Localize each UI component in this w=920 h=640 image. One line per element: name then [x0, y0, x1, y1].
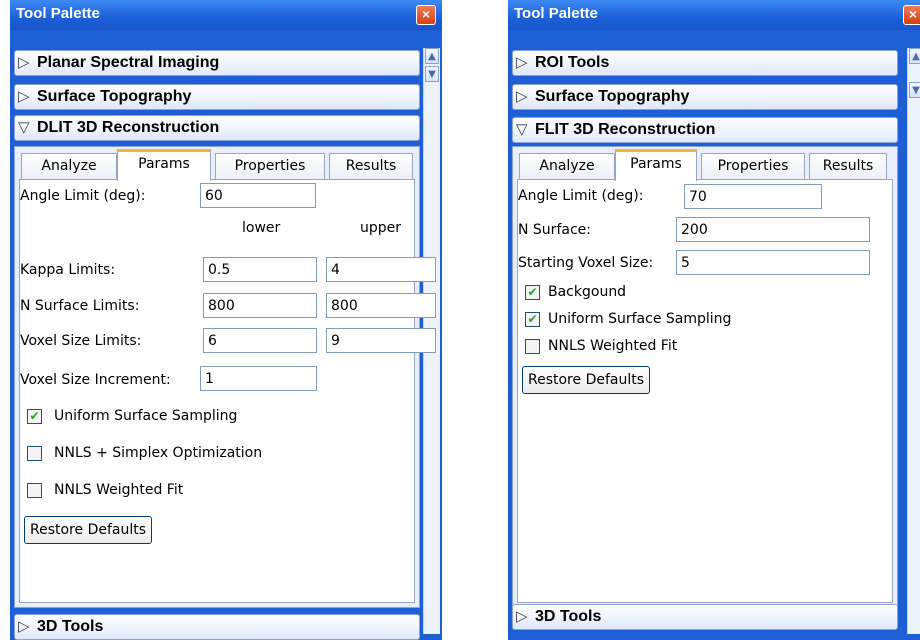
- kappa-upper-input[interactable]: [326, 257, 436, 282]
- nnls-weighted-fit-label: NNLS Weighted Fit: [54, 482, 184, 498]
- restore-defaults-button[interactable]: Restore Defaults: [522, 366, 651, 394]
- angle-limit-input[interactable]: [684, 184, 822, 209]
- title-bar: Tool Palette ×: [508, 0, 920, 30]
- section-flit-3d-reconstruction[interactable]: ▽ FLIT 3D Reconstruction: [512, 117, 898, 143]
- voxel-size-increment-input[interactable]: [200, 366, 317, 391]
- section-roi-tools[interactable]: ▷ ROI Tools: [512, 50, 898, 76]
- tab-strip: Analyze Params Properties Results: [19, 147, 415, 181]
- triangle-down-icon: ▽: [516, 121, 528, 138]
- triangle-right-icon: ▷: [18, 54, 30, 71]
- lower-column-label: lower: [242, 220, 281, 236]
- triangle-right-icon: ▷: [516, 54, 528, 71]
- tab-analyze[interactable]: Analyze: [519, 153, 615, 179]
- background-label: Backgound: [548, 284, 627, 300]
- tab-params[interactable]: Params: [117, 149, 211, 181]
- scroll-down-icon[interactable]: ▼: [909, 82, 920, 98]
- section-label: 3D Tools: [535, 608, 602, 625]
- section-label: 3D Tools: [37, 618, 104, 635]
- voxel-size-limits-label: Voxel Size Limits:: [20, 333, 142, 349]
- params-panel: Angle Limit (deg): N Surface: Starting V…: [517, 179, 893, 603]
- tool-palette-right: Tool Palette × ▲ ▼ ▷ ROI Tools ▷ Surface…: [508, 0, 920, 640]
- section-label: FLIT 3D Reconstruction: [535, 121, 716, 138]
- n-surface-lower-input[interactable]: [203, 293, 317, 318]
- checkmark-icon: ✔: [527, 312, 538, 326]
- checkmark-icon: ✔: [29, 409, 40, 423]
- n-surface-input[interactable]: [676, 217, 870, 242]
- section-label: DLIT 3D Reconstruction: [37, 119, 220, 136]
- n-surface-limits-label: N Surface Limits:: [20, 298, 140, 314]
- close-button[interactable]: ×: [903, 5, 920, 25]
- checkmark-icon: ✔: [527, 285, 538, 299]
- window-title: Tool Palette: [16, 5, 100, 22]
- starting-voxel-size-label: Starting Voxel Size:: [518, 255, 654, 271]
- section-3d-tools[interactable]: ▷ 3D Tools: [512, 604, 898, 630]
- scroll-down-icon[interactable]: ▼: [425, 66, 439, 82]
- section-label: ROI Tools: [535, 54, 610, 71]
- tab-results[interactable]: Results: [329, 153, 413, 179]
- triangle-right-icon: ▷: [516, 608, 528, 625]
- nnls-weighted-fit-checkbox[interactable]: [525, 339, 540, 354]
- uniform-surface-sampling-checkbox[interactable]: ✔: [525, 312, 540, 327]
- background-checkbox[interactable]: ✔: [525, 285, 540, 300]
- triangle-right-icon: ▷: [18, 88, 30, 105]
- voxel-size-upper-input[interactable]: [326, 328, 436, 353]
- section-body: Analyze Params Properties Results Angle …: [512, 146, 898, 608]
- scrollbar[interactable]: ▲ ▼: [907, 48, 920, 634]
- tool-palette-left: Tool Palette × ▲ ▼ ▷ Planar Spectral Ima…: [10, 0, 442, 640]
- triangle-right-icon: ▷: [516, 88, 528, 105]
- starting-voxel-size-input[interactable]: [676, 250, 870, 275]
- tab-properties[interactable]: Properties: [701, 153, 805, 179]
- close-button[interactable]: ×: [416, 5, 436, 25]
- scroll-up-icon[interactable]: ▲: [425, 48, 439, 64]
- triangle-down-icon: ▽: [18, 119, 30, 136]
- angle-limit-label: Angle Limit (deg):: [518, 188, 644, 204]
- kappa-limits-label: Kappa Limits:: [20, 262, 116, 278]
- close-icon: ×: [908, 6, 918, 22]
- section-3d-tools[interactable]: ▷ 3D Tools: [14, 614, 420, 640]
- tab-params[interactable]: Params: [615, 149, 697, 181]
- params-panel: Angle Limit (deg): lower upper Kappa Lim…: [19, 179, 436, 603]
- uniform-surface-sampling-label: Uniform Surface Sampling: [548, 311, 732, 327]
- tab-properties[interactable]: Properties: [215, 153, 325, 179]
- triangle-right-icon: ▷: [18, 618, 30, 635]
- uniform-surface-sampling-label: Uniform Surface Sampling: [54, 408, 238, 424]
- scroll-up-icon[interactable]: ▲: [909, 48, 920, 64]
- uniform-surface-sampling-checkbox[interactable]: ✔: [27, 409, 42, 424]
- close-icon: ×: [421, 6, 431, 22]
- angle-limit-label: Angle Limit (deg):: [20, 188, 146, 204]
- n-surface-upper-input[interactable]: [326, 293, 436, 318]
- voxel-size-lower-input[interactable]: [203, 328, 317, 353]
- section-surface-topography[interactable]: ▷ Surface Topography: [512, 84, 898, 110]
- n-surface-label: N Surface:: [518, 222, 591, 238]
- section-surface-topography[interactable]: ▷ Surface Topography: [14, 84, 420, 110]
- nnls-simplex-label: NNLS + Simplex Optimization: [54, 445, 263, 461]
- title-bar: Tool Palette ×: [10, 0, 442, 30]
- window-title: Tool Palette: [514, 5, 598, 22]
- nnls-simplex-checkbox[interactable]: [27, 446, 42, 461]
- nnls-weighted-fit-checkbox[interactable]: [27, 483, 42, 498]
- tab-results[interactable]: Results: [809, 153, 887, 179]
- section-label: Surface Topography: [535, 88, 690, 105]
- section-label: Planar Spectral Imaging: [37, 54, 220, 71]
- section-planar-spectral-imaging[interactable]: ▷ Planar Spectral Imaging: [14, 50, 420, 76]
- tab-strip: Analyze Params Properties Results: [517, 147, 893, 181]
- upper-column-label: upper: [360, 220, 402, 236]
- tab-analyze[interactable]: Analyze: [21, 153, 117, 179]
- voxel-size-increment-label: Voxel Size Increment:: [20, 372, 171, 388]
- restore-defaults-button[interactable]: Restore Defaults: [24, 516, 153, 544]
- section-body: Analyze Params Properties Results Angle …: [14, 146, 436, 608]
- kappa-lower-input[interactable]: [203, 257, 317, 282]
- section-label: Surface Topography: [37, 88, 192, 105]
- nnls-weighted-fit-label: NNLS Weighted Fit: [548, 338, 678, 354]
- section-dlit-3d-reconstruction[interactable]: ▽ DLIT 3D Reconstruction: [14, 115, 420, 141]
- angle-limit-input[interactable]: [200, 183, 316, 208]
